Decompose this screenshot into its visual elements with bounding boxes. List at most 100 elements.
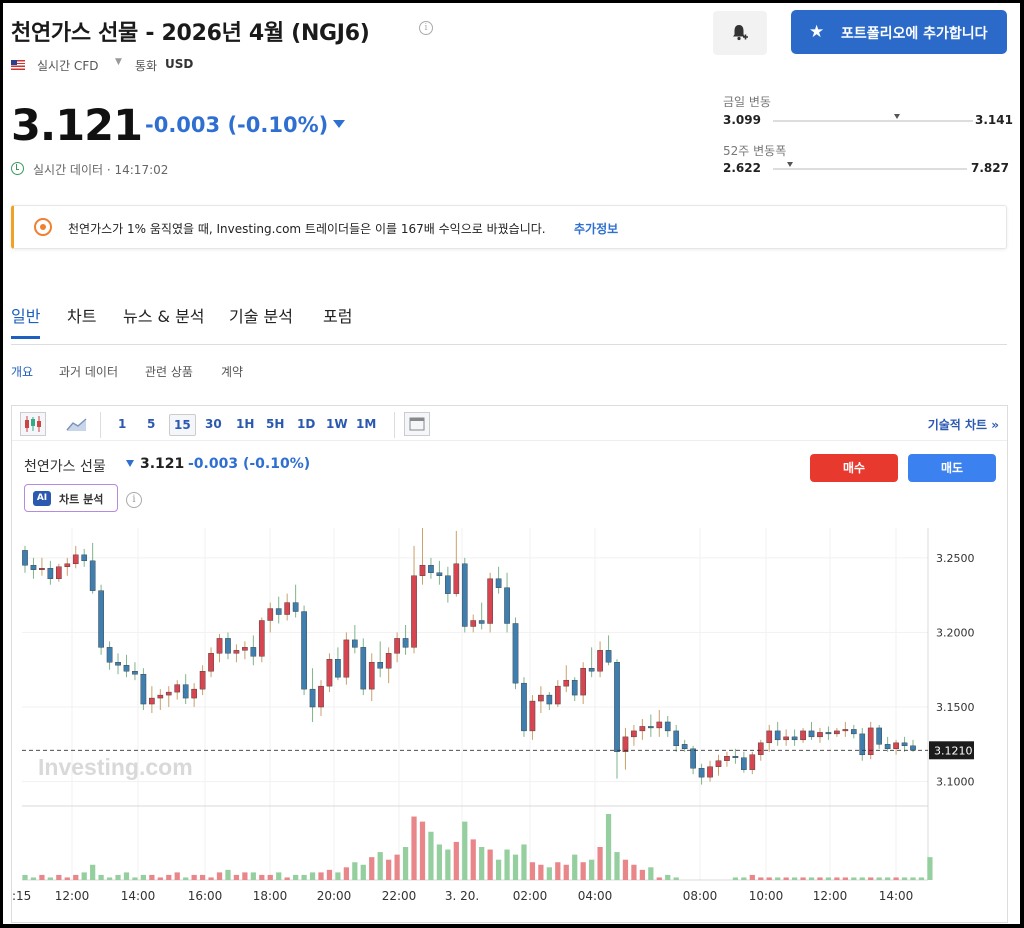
add-to-portfolio-button[interactable]: ★ 포트폴리오에 추가합니다 [791, 10, 1007, 54]
candle-body [791, 736, 798, 741]
info-icon[interactable]: i [126, 492, 142, 508]
day-range-marker [894, 114, 900, 119]
candle-body [132, 671, 138, 675]
layout-icon[interactable] [404, 412, 430, 436]
candle-body [309, 688, 316, 708]
volume-bar [741, 877, 747, 880]
volume-bar [386, 859, 392, 880]
x-tick-label: 18:00 [253, 889, 288, 903]
interval-1m[interactable]: 1M [352, 414, 380, 436]
subtab-summary[interactable]: 개요 [11, 363, 33, 380]
candle-body [546, 694, 553, 705]
day-range-bar [773, 120, 973, 122]
volume-bar [918, 877, 925, 880]
currency-label: 통화 [135, 59, 158, 73]
interval-1w[interactable]: 1W [322, 414, 352, 436]
volume-bar [589, 859, 595, 880]
volume-bar [140, 874, 147, 880]
candle-body [47, 568, 54, 579]
candle-body [563, 679, 570, 687]
tab-chart[interactable]: 차트 [67, 303, 96, 339]
interval-5[interactable]: 5 [143, 414, 159, 436]
candle-body [690, 748, 696, 769]
interval-5h[interactable]: 5H [262, 414, 288, 436]
candle-body [893, 742, 899, 749]
week52-range-high: 7.827 [971, 161, 1009, 175]
candle-body [174, 684, 181, 693]
volume-bar [411, 816, 417, 880]
y-tick-label: 3.2500 [936, 552, 975, 565]
candle-body [825, 732, 832, 735]
price-change: -0.003 (-0.10%) [145, 113, 329, 137]
candle-body [766, 730, 773, 744]
volume-bar [555, 862, 561, 880]
tab-technical[interactable]: 기술 분석 [229, 303, 293, 339]
volume-bar [22, 874, 28, 880]
candle-body [335, 659, 341, 678]
x-tick-label: 12:00 [813, 889, 848, 903]
alert-button[interactable] [713, 11, 767, 55]
chevron-down-icon[interactable]: ▼ [115, 57, 122, 67]
tab-news-analysis[interactable]: 뉴스 & 분석 [123, 303, 205, 339]
volume-bar [901, 877, 908, 880]
interval-1[interactable]: 1 [114, 414, 130, 436]
candle-body [428, 565, 434, 573]
volume-bar [656, 877, 662, 880]
toolbar-divider [100, 412, 101, 438]
x-tick-label: :15 [12, 889, 31, 903]
info-icon[interactable]: i [419, 21, 433, 35]
candlestick-type-icon[interactable] [20, 412, 46, 436]
buy-button[interactable]: 매수 [810, 454, 898, 482]
candle-body [757, 742, 764, 755]
chart-widget: 1 5 15 30 1H 5H 1D 1W 1M 기술적 차트 » 천연가스 선… [11, 405, 1008, 923]
candle-body [783, 736, 789, 741]
interval-1h[interactable]: 1H [232, 414, 258, 436]
sell-button[interactable]: 매도 [908, 454, 996, 482]
subtab-contracts[interactable]: 계약 [221, 363, 243, 380]
price-chart[interactable]: Investing.com 3.1210 3.2500 3.2000 3.1500 3.1… [12, 518, 1007, 922]
candle-body [242, 647, 248, 651]
candle-body [22, 550, 28, 566]
candle-body [521, 682, 527, 732]
subtab-historical-data[interactable]: 과거 데이터 [59, 363, 118, 380]
more-info-link[interactable]: 추가정보 [574, 220, 618, 237]
candle-body [580, 668, 586, 696]
candle-body [884, 744, 891, 750]
subtab-related[interactable]: 관련 상품 [145, 363, 193, 380]
week52-range-bar [773, 168, 967, 170]
volume-bar [605, 814, 612, 880]
tab-forum[interactable]: 포럼 [323, 303, 352, 339]
candle-body [98, 590, 104, 648]
candle-body [301, 611, 307, 690]
candle-body [149, 697, 155, 705]
interval-30[interactable]: 30 [201, 414, 226, 436]
interval-15[interactable]: 15 [169, 414, 196, 436]
realtime-cfd-selector[interactable]: 실시간 CFD [37, 57, 98, 74]
area-chart-icon[interactable] [64, 412, 90, 436]
volume-bar [648, 867, 654, 880]
candle-body [867, 727, 874, 755]
candle-body [639, 726, 646, 732]
volume-bar [115, 874, 121, 880]
x-tick-label: 14:00 [121, 889, 156, 903]
volume-bar [309, 872, 316, 880]
volume-bar [572, 854, 578, 880]
technical-chart-link[interactable]: 기술적 차트 » [928, 416, 999, 433]
candle-body [648, 726, 654, 729]
candle-body [225, 638, 231, 654]
candle-body [732, 756, 739, 758]
chart-price-change: -0.003 (-0.10%) [188, 456, 311, 472]
ai-chart-analysis-label: 차트 분석 [59, 493, 104, 506]
candle-body [436, 572, 443, 576]
promo-banner: 천연가스가 1% 움직였을 때, Investing.com 트레이더들은 이를… [11, 205, 1007, 249]
candle-body [402, 638, 409, 648]
target-icon [34, 218, 52, 236]
ai-chart-analysis-button[interactable]: AI 차트 분석 [24, 484, 118, 512]
candle-body [901, 742, 908, 747]
candle-body [808, 730, 815, 738]
last-price: 3.121 [11, 101, 143, 151]
volume-bar [47, 877, 53, 880]
interval-1d[interactable]: 1D [293, 414, 319, 436]
candle-body [664, 721, 671, 732]
tab-overview[interactable]: 일반 [11, 303, 41, 339]
